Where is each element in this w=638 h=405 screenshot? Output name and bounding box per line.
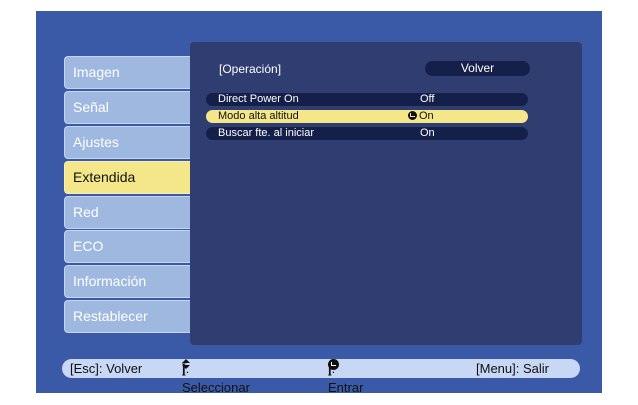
menu-item-eco[interactable]: ECO [64,230,202,263]
footer-esc-hint: [Esc]: Volver [70,361,143,376]
menu-item-label: Extendida [73,169,136,185]
setting-label: Buscar fte. al iniciar [218,127,314,139]
menu-item-label: Ajustes [73,134,119,150]
setting-row-direct-power-on[interactable]: Direct Power On Off [206,93,528,106]
setting-label: Modo alta altitud [218,110,299,122]
footer-menu-hint: [Menu]: Salir [476,361,549,376]
menu-item-red[interactable]: Red [64,196,202,229]
menu-item-label: Red [73,204,99,220]
menu-item-label: Información [73,273,147,289]
settings-panel [190,42,582,345]
menu-item-label: Imagen [73,64,120,80]
menu-item-label: ECO [73,238,104,254]
menu-item-ajustes[interactable]: Ajustes [64,126,202,159]
menu-item-label: Restablecer [73,308,148,324]
back-button[interactable]: Volver [425,61,530,76]
menu-item-restablecer[interactable]: Restablecer [64,300,202,333]
setting-row-modo-alta-altitud[interactable]: Modo alta altitud On [206,110,528,123]
menu-item-informacion[interactable]: Información [64,265,202,298]
menu-item-extendida[interactable]: Extendida [64,161,202,194]
setting-value: On [420,127,435,139]
help-footer: [Esc]: Volver [ ]: Seleccionar [ ]: Entr… [62,359,580,395]
menu-item-label: Señal [73,99,109,115]
menu-item-senal[interactable]: Señal [64,91,202,124]
setting-value: Off [420,93,435,105]
section-title: [Operación] [219,62,282,76]
setting-label: Direct Power On [218,93,299,105]
menu-item-imagen[interactable]: Imagen [64,56,202,89]
selected-marker-icon [408,111,417,120]
setting-row-buscar-fte[interactable]: Buscar fte. al iniciar On [206,127,528,140]
setting-value: On [408,110,434,123]
